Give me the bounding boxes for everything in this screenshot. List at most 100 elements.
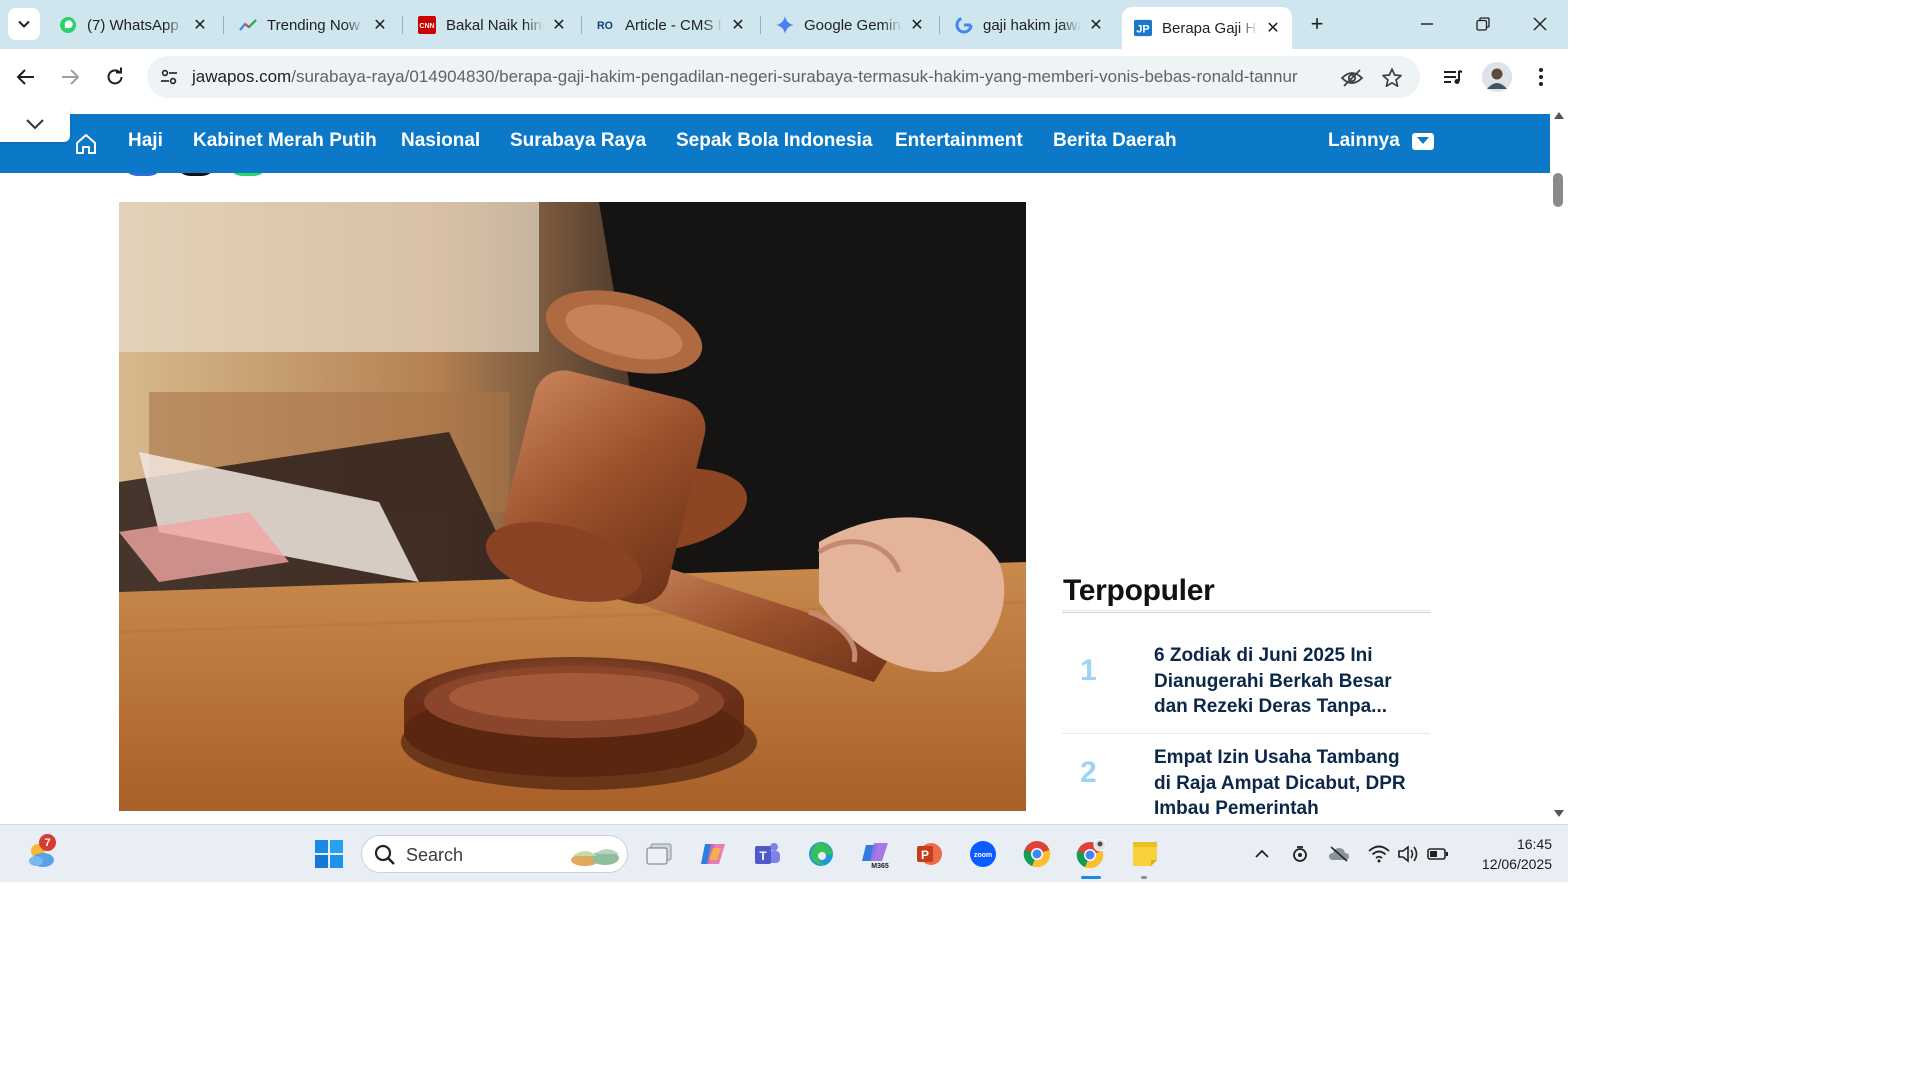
bookmark-star-icon[interactable]	[1379, 65, 1405, 91]
tab-trending[interactable]: Trending Now ✕	[227, 8, 399, 42]
onedrive-icon[interactable]	[1328, 843, 1350, 865]
clock-date: 12/06/2025	[1481, 856, 1552, 872]
popular-title[interactable]: Empat Izin Usaha Tambang di Raja Ampat D…	[1154, 745, 1420, 824]
popular-rank: 2	[1080, 756, 1097, 789]
close-icon[interactable]: ✕	[729, 16, 747, 34]
new-tab-button[interactable]: +	[1303, 10, 1331, 38]
system-clock[interactable]: 16:45 12/06/2025	[1462, 834, 1552, 874]
chrome-profile-icon	[1076, 839, 1106, 869]
home-icon[interactable]	[74, 132, 98, 156]
close-window-button[interactable]	[1520, 10, 1560, 38]
tab-google-search[interactable]: gaji hakim jawapos ✕	[943, 8, 1115, 42]
battery-icon[interactable]	[1427, 843, 1449, 865]
taskbar-powerpoint[interactable]: P	[913, 838, 945, 870]
heading-underline	[1062, 610, 1430, 613]
caret-down-icon	[1411, 132, 1434, 150]
close-icon[interactable]: ✕	[371, 16, 389, 34]
tab-gemini[interactable]: Google Gemini ✕	[764, 8, 936, 42]
zoom-icon: zoom	[970, 841, 996, 867]
volume-icon[interactable]	[1397, 843, 1419, 865]
svg-text:JP: JP	[1136, 24, 1149, 36]
nav-item-surabaya-raya[interactable]: Surabaya Raya	[510, 130, 646, 152]
cms-icon: RO	[597, 16, 615, 34]
profile-avatar[interactable]	[1482, 62, 1512, 92]
tab-cms[interactable]: RO Article - CMS Ind ✕	[585, 8, 757, 42]
tab-jawapos-active[interactable]: JP Berapa Gaji Hakim ✕	[1122, 7, 1292, 49]
taskbar-teams[interactable]: T	[751, 838, 783, 870]
task-view-icon	[646, 843, 672, 865]
weather-badge: 7	[39, 834, 56, 851]
taskbar-m365[interactable]: M365	[859, 838, 891, 870]
browser-menu-button[interactable]	[1526, 62, 1556, 92]
reload-icon	[107, 67, 123, 85]
start-button[interactable]	[313, 838, 345, 870]
url-path: /surabaya-raya/014904830/berapa-gaji-hak…	[291, 67, 1298, 86]
show-hidden-icons-button[interactable]	[1251, 843, 1273, 865]
taskbar-edge[interactable]	[805, 838, 837, 870]
tracking-protection-icon[interactable]	[1339, 65, 1365, 91]
scroll-down-arrow-icon[interactable]	[1554, 810, 1564, 817]
close-icon[interactable]: ✕	[1087, 16, 1105, 34]
restore-icon	[1476, 17, 1490, 31]
nav-item-entertainment[interactable]: Entertainment	[895, 130, 1023, 152]
tray-location-icon[interactable]	[1289, 843, 1311, 865]
scroll-up-arrow-icon[interactable]	[1554, 112, 1564, 119]
tab-cnn[interactable]: CNN Bakal Naik hingga ✕	[406, 8, 578, 42]
nav-item-berita-daerah[interactable]: Berita Daerah	[1053, 130, 1177, 152]
wifi-icon[interactable]	[1368, 843, 1390, 865]
svg-text:M365: M365	[871, 863, 889, 869]
sticky-notes-icon	[1133, 842, 1157, 866]
vertical-scrollbar[interactable]	[1550, 106, 1568, 824]
nav-item-haji[interactable]: Haji	[128, 130, 163, 152]
taskbar-sticky-notes[interactable]	[1129, 838, 1161, 870]
taskbar-search[interactable]: Search	[361, 835, 628, 873]
popular-heading: Terpopuler	[1063, 574, 1215, 607]
restore-button[interactable]	[1463, 10, 1503, 38]
running-app-indicator	[1141, 876, 1147, 879]
taskbar-zoom[interactable]: zoom	[967, 838, 999, 870]
windows-logo-icon	[315, 840, 343, 868]
taskbar-chrome[interactable]	[1021, 838, 1053, 870]
windows-taskbar: 7 Search T M365 P zoom 16:45 12/06/2025	[0, 824, 1568, 882]
close-icon[interactable]: ✕	[550, 16, 568, 34]
nav-item-nasional[interactable]: Nasional	[401, 130, 480, 152]
media-playlist-icon	[1444, 70, 1463, 84]
back-button[interactable]	[10, 61, 42, 93]
powerpoint-icon: P	[917, 843, 942, 865]
close-icon[interactable]: ✕	[1264, 19, 1282, 37]
search-placeholder: Search	[406, 845, 464, 865]
forward-button[interactable]	[54, 61, 86, 93]
taskbar-copilot[interactable]	[697, 838, 729, 870]
nav-item-sepak-bola-indonesia[interactable]: Sepak Bola Indonesia	[676, 130, 872, 152]
nav-more-dropdown[interactable]: Lainnya	[1328, 130, 1434, 152]
collapse-toggle[interactable]	[0, 106, 70, 142]
reload-button[interactable]	[99, 61, 131, 93]
taskbar-chrome-profile[interactable]	[1075, 838, 1107, 870]
scrollbar-thumb[interactable]	[1553, 173, 1563, 207]
close-icon[interactable]: ✕	[191, 16, 209, 34]
chrome-icon	[1023, 841, 1051, 868]
svg-text:RO: RO	[597, 20, 613, 32]
url-text[interactable]: jawapos.com/surabaya-raya/014904830/bera…	[192, 67, 1298, 87]
article-hero-image	[119, 202, 1026, 811]
plus-icon: +	[1310, 11, 1324, 36]
tab-strip: (7) WhatsApp ✕ Trending Now ✕ CNN Bakal …	[0, 0, 1568, 49]
tab-title: gaji hakim jawapos	[983, 16, 1081, 34]
popular-title[interactable]: 6 Zodiak di Juni 2025 Ini Dianugerahi Be…	[1154, 643, 1420, 720]
kebab-menu-icon	[1539, 68, 1543, 86]
teams-icon: T	[755, 843, 780, 864]
task-view-button[interactable]	[643, 838, 675, 870]
nav-item-kabinet-merah-putih[interactable]: Kabinet Merah Putih	[193, 130, 377, 152]
tab-title: Berapa Gaji Hakim	[1162, 19, 1258, 37]
minimize-button[interactable]	[1407, 10, 1447, 38]
site-info-icon[interactable]	[157, 65, 181, 89]
svg-text:CNN: CNN	[419, 23, 434, 30]
tab-whatsapp[interactable]: (7) WhatsApp ✕	[47, 8, 219, 42]
close-icon	[1533, 17, 1547, 31]
close-icon[interactable]: ✕	[908, 16, 926, 34]
media-controls-button[interactable]	[1438, 62, 1468, 92]
tab-search-button[interactable]	[8, 8, 40, 40]
tab-separator	[581, 16, 582, 34]
tab-separator	[223, 16, 224, 34]
address-bar[interactable]: jawapos.com/surabaya-raya/014904830/bera…	[147, 56, 1420, 98]
